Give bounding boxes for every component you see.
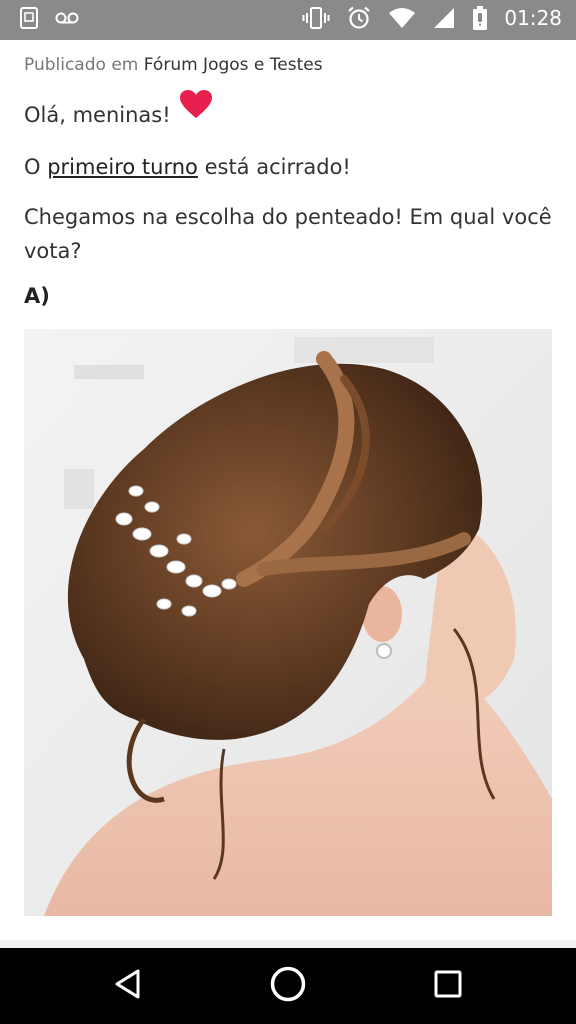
forum-link[interactable]: Fórum Jogos e Testes — [144, 55, 323, 75]
nav-bar — [0, 948, 576, 1024]
content-divider — [0, 940, 576, 948]
hairstyle-photo-a[interactable] — [24, 329, 552, 916]
question-paragraph: Chegamos na escolha do penteado! Em qual… — [24, 205, 552, 263]
voicemail-icon — [54, 6, 80, 30]
turno-paragraph: O primeiro turno está acirrado! — [24, 150, 552, 184]
alarm-icon — [346, 5, 372, 31]
published-prefix: Publicado em — [24, 55, 139, 75]
screenshot-icon — [18, 6, 40, 30]
primeiro-turno-link[interactable]: primeiro turno — [47, 155, 198, 179]
wifi-icon — [388, 6, 416, 30]
home-button[interactable] — [264, 962, 312, 1010]
status-time: 01:28 — [504, 6, 562, 30]
home-icon — [269, 965, 307, 1007]
option-a-label: A) — [24, 284, 50, 308]
greeting-text: Olá, meninas! — [24, 103, 171, 127]
status-left-icons — [18, 6, 80, 30]
recents-button[interactable] — [424, 962, 472, 1010]
heart-icon — [179, 89, 213, 129]
status-right-icons: 01:28 — [302, 5, 562, 31]
signal-icon — [432, 6, 456, 30]
greeting-paragraph: Olá, meninas! — [24, 90, 552, 132]
back-button[interactable] — [104, 962, 152, 1010]
vibrate-icon — [302, 5, 330, 31]
recents-icon — [433, 969, 463, 1003]
published-line: Publicado em Fórum Jogos e Testes — [24, 55, 552, 75]
status-bar: 01:28 — [0, 0, 576, 40]
post-content: Publicado em Fórum Jogos e Testes Olá, m… — [24, 40, 552, 308]
turno-suffix: está acirrado! — [204, 155, 351, 179]
turno-prefix: O — [24, 155, 41, 179]
back-icon — [113, 968, 143, 1004]
battery-icon — [472, 5, 488, 31]
